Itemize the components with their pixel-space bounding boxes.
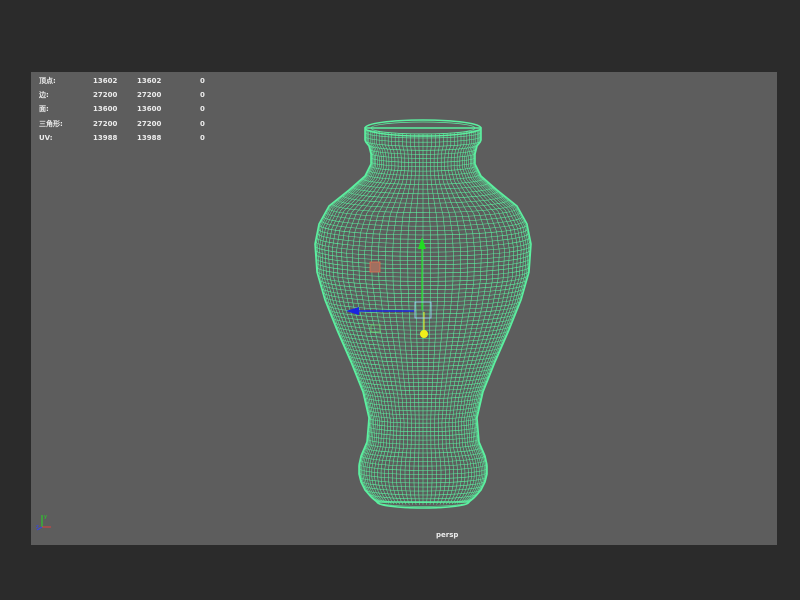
vase-edge-meridian	[436, 133, 454, 505]
perspective-viewport[interactable]: 顶点: 13602 13602 0 边: 27200 27200 0 面: 13…	[31, 72, 777, 545]
vase-edge-meridian	[470, 129, 529, 502]
svg-text:y: y	[44, 514, 47, 520]
vase-edge-ring	[364, 127, 482, 135]
pivot-marker-icon	[369, 261, 381, 273]
vase-edge-meridian	[433, 133, 447, 505]
x-axis-arrow-icon[interactable]	[346, 307, 359, 315]
vase-mesh[interactable]	[314, 119, 532, 509]
scene-canvas[interactable]	[31, 72, 777, 545]
z-axis-handle-icon[interactable]	[420, 330, 428, 338]
vase-edge-meridian	[468, 130, 525, 502]
vase-edge-meridian	[317, 129, 376, 502]
y-axis-arrow-icon[interactable]	[418, 237, 426, 249]
vase-edge-meridian	[399, 133, 413, 505]
camera-name-label: persp	[436, 531, 459, 539]
axis-indicator-icon: y z	[36, 514, 51, 531]
vase-edge-meridian	[426, 133, 431, 505]
vase-edge-meridian	[392, 133, 410, 505]
vase-edge-meridian	[321, 130, 378, 502]
svg-text:z: z	[36, 524, 39, 530]
vase-edge-meridian	[415, 133, 420, 505]
